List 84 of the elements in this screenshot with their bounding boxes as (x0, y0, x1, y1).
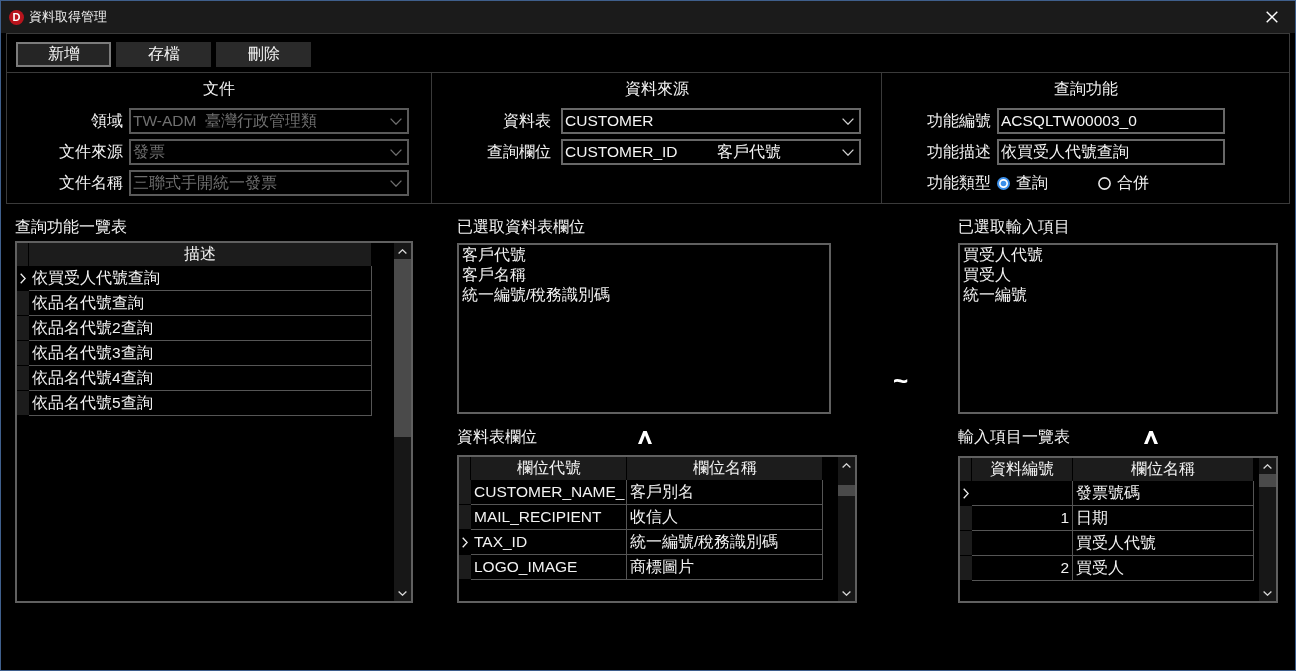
field-label: 功能描述 (927, 141, 991, 162)
group-title: 資料來源 (624, 79, 689, 99)
field-label: 功能類型 (927, 172, 991, 193)
list-item[interactable]: 統一編號 (963, 285, 1027, 305)
list-box[interactable]: 客戶代號 客戶名稱 統一編號/稅務識別碼 (457, 243, 831, 414)
table-cell: 2 (972, 556, 1073, 581)
tilde-label: ~ (893, 371, 909, 391)
list-item[interactable]: 統一編號/稅務識別碼 (462, 285, 611, 305)
chevron-up-icon[interactable] (1263, 463, 1272, 469)
chevron-down-icon[interactable] (398, 590, 407, 596)
table-cell: MAIL_RECIPIENT (471, 505, 627, 530)
column-header: 資料編號 (972, 458, 1073, 481)
table-cell: 買受人 (1073, 556, 1254, 581)
caret-up-icon[interactable] (1144, 430, 1158, 444)
table-cell: 依買受人代號查詢 (29, 266, 372, 291)
list-item[interactable]: 客戶名稱 (462, 265, 526, 285)
table-cell: 依品名代號4查詢 (29, 366, 372, 391)
chevron-right-icon (963, 487, 969, 499)
table-cell: 收信人 (627, 505, 823, 530)
field-label: 資料表 (503, 110, 551, 131)
app-logo: D (9, 9, 24, 25)
column-header: 欄位代號 (471, 457, 627, 480)
table-cell: 依品名代號3查詢 (29, 341, 372, 366)
scrollbar-thumb[interactable] (838, 485, 855, 496)
section-title: 資料表欄位 (457, 428, 537, 446)
table-cell: 商標圖片 (627, 555, 823, 580)
dropdown[interactable]: CUSTOMER_ID 客戶代號 (561, 139, 861, 165)
table-cell: LOGO_IMAGE (471, 555, 627, 580)
chevron-down-icon (842, 117, 854, 125)
chevron-right-icon (462, 536, 468, 548)
list-box[interactable]: 買受人代號 買受人 統一編號 (958, 243, 1278, 414)
group-title: 文件 (203, 79, 235, 99)
table-cell: 日期 (1073, 506, 1254, 531)
chevron-down-icon[interactable] (842, 590, 851, 596)
chevron-right-icon (20, 272, 26, 284)
toolbar-button[interactable]: 刪除 (216, 42, 311, 67)
scrollbar-thumb[interactable] (394, 259, 411, 437)
field-label: 文件名稱 (59, 172, 123, 193)
field-label: 領域 (91, 110, 123, 131)
list-item[interactable]: 客戶代號 (462, 245, 526, 265)
table-cell: 依品名代號5查詢 (29, 391, 372, 416)
column-header: 描述 (29, 243, 372, 266)
table-cell: 統一編號/稅務識別碼 (627, 530, 823, 555)
toolbar-button[interactable]: 存檔 (116, 42, 211, 67)
table-cell: 依品名代號查詢 (29, 291, 372, 316)
radio-button[interactable]: 合併 (1098, 172, 1149, 194)
scrollbar[interactable] (394, 243, 411, 601)
section-title: 已選取輸入項目 (958, 218, 1070, 236)
list-item[interactable]: 買受人 (963, 265, 1011, 285)
table-cell: TAX_ID (471, 530, 627, 555)
close-icon[interactable] (1266, 11, 1278, 23)
chevron-down-icon (390, 148, 402, 156)
table-cell: 1 (972, 506, 1073, 531)
table-cell: 買受人代號 (1073, 531, 1254, 556)
field-label: 查詢欄位 (487, 141, 551, 162)
chevron-down-icon[interactable] (1263, 590, 1272, 596)
chevron-down-icon (390, 179, 402, 187)
list-item[interactable]: 買受人代號 (963, 245, 1043, 265)
table-cell: CUSTOMER_NAME_ (471, 480, 627, 505)
field-label: 功能編號 (927, 110, 991, 131)
column-header: 欄位名稱 (627, 457, 823, 480)
table-cell: 依品名代號2查詢 (29, 316, 372, 341)
chevron-down-icon (842, 148, 854, 156)
text-field[interactable]: ACSQLTW00003_0 (997, 108, 1225, 134)
section-title: 已選取資料表欄位 (457, 218, 585, 236)
scrollbar[interactable] (838, 457, 855, 601)
table-cell: 發票號碼 (1073, 481, 1254, 506)
scrollbar[interactable] (1259, 458, 1276, 601)
chevron-up-icon[interactable] (398, 248, 407, 254)
section-title: 輸入項目一覽表 (958, 428, 1070, 446)
toolbar-button[interactable]: 新增 (16, 42, 111, 67)
scrollbar-thumb[interactable] (1259, 474, 1276, 487)
table-cell: 客戶別名 (627, 480, 823, 505)
section-title: 查詢功能一覽表 (15, 218, 127, 236)
window-title: 資料取得管理 (29, 8, 107, 26)
dropdown[interactable]: CUSTOMER (561, 108, 861, 134)
field-label: 文件來源 (59, 141, 123, 162)
column-header: 欄位名稱 (1073, 458, 1254, 481)
group-title: 查詢功能 (1053, 79, 1118, 99)
chevron-up-icon[interactable] (842, 462, 851, 468)
radio-button[interactable]: 查詢 (997, 172, 1048, 194)
caret-up-icon[interactable] (638, 430, 652, 444)
text-field[interactable]: 依買受人代號查詢 (997, 139, 1225, 165)
chevron-down-icon (390, 117, 402, 125)
